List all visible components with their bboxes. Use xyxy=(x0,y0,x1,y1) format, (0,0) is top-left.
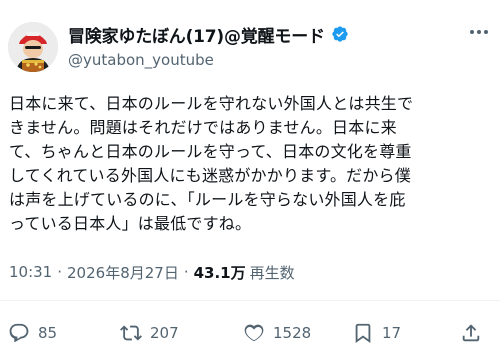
tweet-meta: 10:31 · 2026年8月27日 · 43.1万 再生数 xyxy=(9,261,295,283)
tweet-text-line: きません。問題はそれだけではありません。日本に来 xyxy=(9,118,397,137)
meta-separator: · xyxy=(183,263,189,281)
reply-button[interactable]: 85 xyxy=(8,318,57,348)
action-bar: 85 207 1528 17 xyxy=(0,318,500,348)
tweet-text-line: て、ちゃんと日本のルールを守って、日本の文化を尊重 xyxy=(9,142,412,161)
avatar-photo-icon xyxy=(8,22,58,72)
tweet-text: 日本に来て、日本のルールを守れない外国人とは共生で きません。問題はそれだけでは… xyxy=(9,92,495,236)
like-count: 1528 xyxy=(273,324,312,342)
verified-badge-icon[interactable] xyxy=(331,25,349,43)
like-button[interactable]: 1528 xyxy=(243,318,311,348)
views-count: 43.1万 xyxy=(193,263,246,282)
heart-icon xyxy=(243,322,265,344)
tweet-text-line: っている日本人」は最低ですね。 xyxy=(9,214,252,233)
retweet-count: 207 xyxy=(150,324,179,342)
author-handle[interactable]: @yutabon_youtube xyxy=(68,51,214,69)
author-display-name[interactable]: 冒険家ゆたぼん(17)@覚醒モード xyxy=(68,22,325,47)
tweet-header: 冒険家ゆたぼん(17)@覚醒モード @yutabon_youtube xyxy=(0,0,500,84)
more-options-icon[interactable] xyxy=(468,24,490,40)
retweet-button[interactable]: 207 xyxy=(120,318,179,348)
share-icon xyxy=(460,322,482,344)
tweet-card: 冒険家ゆたぼん(17)@覚醒モード @yutabon_youtube 日本に来て… xyxy=(0,0,500,357)
meta-separator: · xyxy=(57,263,63,281)
tweet-text-line: してくれている外国人にも迷惑がかかります。だから僕 xyxy=(9,166,411,185)
tweet-date[interactable]: 2026年8月27日 xyxy=(67,262,179,283)
retweet-icon xyxy=(120,322,142,344)
reply-count: 85 xyxy=(38,324,58,342)
tweet-text-line: は声を上げているのに、「ルールを守らない外国人を庇 xyxy=(9,190,406,209)
tweet-time[interactable]: 10:31 xyxy=(9,263,52,281)
bookmark-count: 17 xyxy=(382,324,402,342)
bookmark-icon xyxy=(352,322,374,344)
divider xyxy=(0,300,500,301)
author-avatar[interactable] xyxy=(8,22,58,72)
author-name-row: 冒険家ゆたぼん(17)@覚醒モード xyxy=(68,22,349,47)
reply-icon xyxy=(8,322,30,344)
bookmark-button[interactable]: 17 xyxy=(352,318,401,348)
views-label: 再生数 xyxy=(249,263,295,282)
share-button[interactable] xyxy=(460,318,482,348)
tweet-text-line: 日本に来て、日本のルールを守れない外国人とは共生で xyxy=(9,94,414,113)
